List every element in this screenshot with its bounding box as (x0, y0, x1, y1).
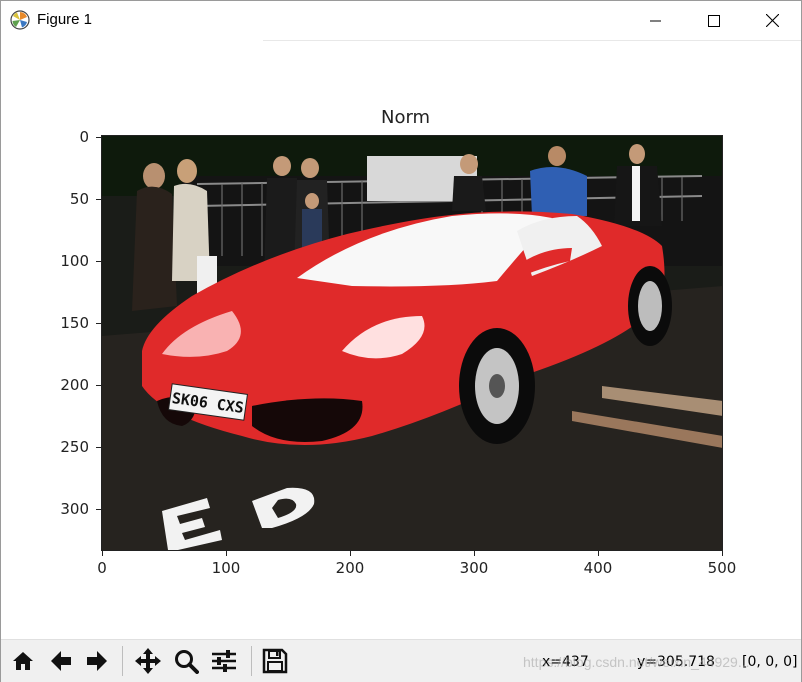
home-button[interactable] (7, 644, 39, 678)
axes-frame-bottom (101, 550, 723, 551)
y-tick-label: 0 (79, 128, 89, 146)
x-tick-label: 500 (707, 559, 737, 577)
y-tick-label: 50 (69, 190, 89, 208)
axes-frame-left (101, 135, 102, 551)
y-tick-label: 200 (60, 376, 89, 394)
pixel-value-readout: [0, 0, 0] (742, 654, 798, 670)
toolbar-separator (122, 646, 123, 676)
title-bar[interactable]: Figure 1 (1, 1, 801, 40)
y-tick-label: 300 (60, 500, 89, 518)
y-tick (96, 385, 101, 386)
maximize-icon (708, 14, 720, 27)
axes-frame-right (722, 135, 723, 551)
save-button[interactable] (259, 644, 291, 678)
y-tick (96, 447, 101, 448)
figure-window: Figure 1 Norm SK06 CXS 0 50 100 150 200 … (0, 0, 802, 682)
car-photo: SK06 CXS (102, 136, 723, 550)
axes-frame-top (101, 135, 723, 136)
window-title: Figure 1 (37, 11, 93, 28)
y-tick (96, 509, 101, 510)
toolbar-separator (251, 646, 252, 676)
y-tick-label: 100 (60, 252, 89, 270)
pan-button[interactable] (132, 644, 164, 678)
minimize-icon (650, 20, 661, 21)
y-tick (96, 137, 101, 138)
watermark-text: https://blog.csdn.net/weixin_44929... (523, 654, 750, 670)
y-tick-label: 150 (60, 314, 89, 332)
x-tick-label: 400 (583, 559, 613, 577)
y-tick (96, 199, 101, 200)
arrow-right-icon (87, 651, 107, 671)
x-tick-label: 0 (97, 559, 107, 577)
matplotlib-logo-icon (10, 10, 30, 30)
x-tick (598, 551, 599, 556)
image-axes[interactable]: SK06 CXS (102, 136, 723, 550)
minimize-button[interactable] (627, 1, 685, 40)
x-tick (474, 551, 475, 556)
close-button[interactable] (743, 1, 801, 40)
x-tick (226, 551, 227, 556)
y-tick (96, 323, 101, 324)
x-tick (102, 551, 103, 556)
home-icon (13, 652, 33, 670)
x-tick (350, 551, 351, 556)
zoom-button[interactable] (170, 644, 202, 678)
back-button[interactable] (45, 644, 77, 678)
x-tick (722, 551, 723, 556)
x-tick-label: 100 (211, 559, 241, 577)
forward-button[interactable] (81, 644, 113, 678)
maximize-button[interactable] (685, 1, 743, 40)
y-tick (96, 261, 101, 262)
configure-subplots-button[interactable] (208, 644, 240, 678)
floppy-icon (262, 648, 288, 674)
close-icon (765, 14, 779, 27)
magnifier-icon (175, 650, 199, 674)
axes-title: Norm (381, 107, 431, 128)
move-icon (135, 648, 161, 674)
sliders-icon (212, 650, 236, 672)
x-tick-label: 200 (335, 559, 365, 577)
y-tick-label: 250 (60, 438, 89, 456)
x-tick-label: 300 (459, 559, 489, 577)
arrow-left-icon (51, 651, 71, 671)
